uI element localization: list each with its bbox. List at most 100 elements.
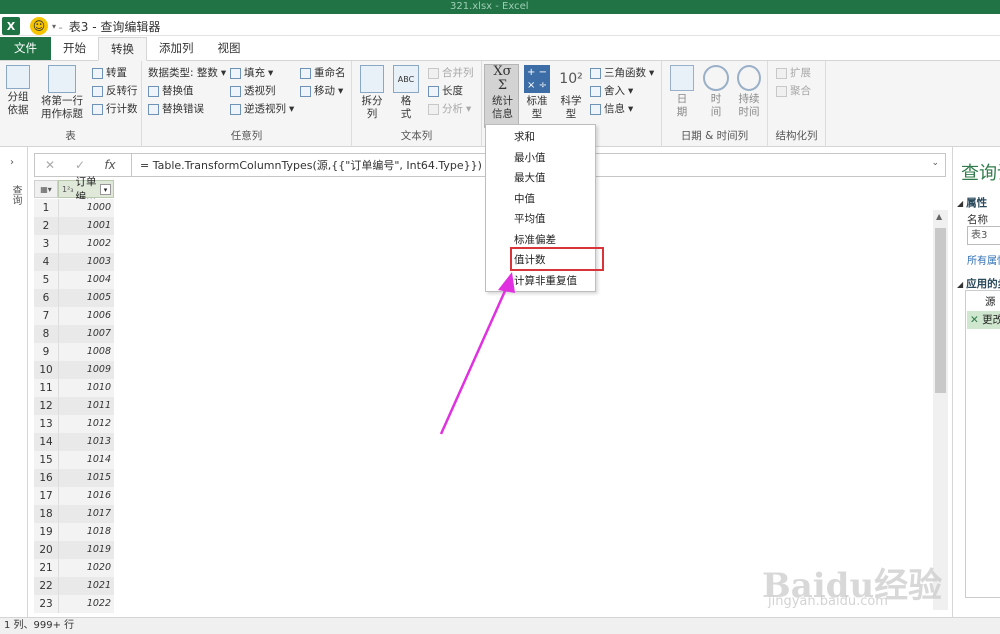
scroll-up-icon[interactable]: ▲ [936,212,942,221]
order-id-cell[interactable]: 1015 [58,469,114,487]
count-rows-button[interactable]: 行计数 [92,101,138,118]
table-row[interactable]: 3 1002 [34,235,114,253]
qat-dropdown-icon[interactable]: ▾ ₌ [52,22,63,31]
rounding-button[interactable]: 舍入 ▾ [590,83,633,100]
properties-section-header[interactable]: ◢ 属性 [957,195,987,210]
standard-button[interactable]: + − × ÷ 标准 型 [522,65,552,121]
duration-button[interactable]: 持续 时间 [734,65,764,119]
time-button[interactable]: 时 间 [702,65,730,119]
order-id-cell[interactable]: 1021 [58,577,114,595]
aggregate-button[interactable]: 聚合 [776,83,811,100]
column-header-order-id[interactable]: 1²₃ 订单编... ▾ [58,176,114,203]
tab-transform[interactable]: 转换 [98,37,147,61]
query-name-input[interactable]: 表3 [967,226,1000,245]
order-id-cell[interactable]: 1001 [58,217,114,235]
expand-chevron-icon[interactable]: › [10,157,14,168]
rename-button[interactable]: 重命名 [300,65,346,82]
order-id-cell[interactable]: 1006 [58,307,114,325]
order-id-cell[interactable]: 1013 [58,433,114,451]
table-row[interactable]: 18 1017 [34,505,114,523]
table-row[interactable]: 2 1001 [34,217,114,235]
order-id-cell[interactable]: 1019 [58,541,114,559]
order-id-cell[interactable]: 1004 [58,271,114,289]
table-row[interactable]: 1 1000 [34,199,114,217]
menu-item-sum[interactable]: 求和 [487,127,595,148]
order-id-cell[interactable]: 1011 [58,397,114,415]
table-row[interactable]: 5 1004 [34,271,114,289]
table-row[interactable]: 7 1006 [34,307,114,325]
reverse-rows-button[interactable]: 反转行 [92,83,138,100]
table-row[interactable]: 13 1012 [34,415,114,433]
order-id-cell[interactable]: 1020 [58,559,114,577]
analyze-button[interactable]: 分析 ▾ [428,101,471,118]
order-id-cell[interactable]: 1007 [58,325,114,343]
vertical-scrollbar[interactable]: ▲ [933,210,948,610]
use-first-row-button[interactable]: 将第一行 用作标题 [36,65,88,121]
order-id-cell[interactable]: 1014 [58,451,114,469]
order-id-cell[interactable]: 1005 [58,289,114,307]
replace-errors-button[interactable]: 替换错误 [148,101,204,118]
delete-step-icon[interactable]: ✕ [970,314,982,326]
split-column-button[interactable]: 拆分 列 [358,65,386,121]
table-row[interactable]: 14 1013 [34,433,114,451]
queries-pane-collapsed[interactable]: › 查询 [0,147,28,617]
table-row[interactable]: 20 1019 [34,541,114,559]
order-id-cell[interactable]: 1012 [58,415,114,433]
feedback-smiley-icon[interactable]: ☺ [30,17,48,35]
order-id-cell[interactable]: 1008 [58,343,114,361]
statistics-button[interactable]: Χσ Σ 统计 信息 [486,65,519,121]
table-menu-icon[interactable]: ▦▾ [34,180,58,198]
length-button[interactable]: 长度 [428,83,463,100]
formula-expand-chevron-icon[interactable]: ⌄ [931,158,939,168]
applied-steps-section-header[interactable]: ◢应用的步骤 [957,276,1000,291]
tab-file[interactable]: 文件 [0,37,51,60]
group-by-button[interactable]: 分组 依据 [4,65,32,117]
tab-home[interactable]: 开始 [51,37,98,60]
cancel-formula-icon[interactable]: ✕ [35,158,65,172]
table-row[interactable]: 15 1014 [34,451,114,469]
menu-item-maximum[interactable]: 最大值 [487,168,595,189]
data-type-dropdown[interactable]: 数据类型: 整数 ▾ [148,65,226,82]
table-row[interactable]: 22 1021 [34,577,114,595]
table-row[interactable]: 19 1018 [34,523,114,541]
unpivot-button[interactable]: 逆透视列 ▾ [230,101,294,118]
fill-button[interactable]: 填充 ▾ [230,65,273,82]
transpose-button[interactable]: 转置 [92,65,127,82]
menu-item-average[interactable]: 平均值 [487,209,595,230]
table-row[interactable]: 8 1007 [34,325,114,343]
information-button[interactable]: 信息 ▾ [590,101,633,118]
order-id-cell[interactable]: 1017 [58,505,114,523]
confirm-formula-icon[interactable]: ✓ [65,158,95,172]
order-id-cell[interactable]: 1016 [58,487,114,505]
order-id-cell[interactable]: 1010 [58,379,114,397]
table-row[interactable]: 16 1015 [34,469,114,487]
date-button[interactable]: 日 期 [668,65,696,119]
scientific-button[interactable]: 10² 科学 型 [556,65,586,121]
replace-values-button[interactable]: 替换值 [148,83,194,100]
order-id-cell[interactable]: 1003 [58,253,114,271]
formula-input[interactable]: = Table.TransformColumnTypes(源,{{"订单编号",… [140,157,482,173]
order-id-cell[interactable]: 1000 [58,199,114,217]
applied-step-item[interactable]: 源 [967,293,1000,311]
column-filter-dropdown-icon[interactable]: ▾ [100,184,111,195]
menu-item-minimum[interactable]: 最小值 [487,148,595,169]
tab-view[interactable]: 视图 [206,37,253,60]
table-row[interactable]: 10 1009 [34,361,114,379]
table-row[interactable]: 12 1011 [34,397,114,415]
order-id-cell[interactable]: 1009 [58,361,114,379]
table-row[interactable]: 11 1010 [34,379,114,397]
expand-button[interactable]: 扩展 [776,65,811,82]
table-row[interactable]: 23 1022 [34,595,114,613]
all-properties-link[interactable]: 所有属性 [967,252,1000,267]
order-id-cell[interactable]: 1002 [58,235,114,253]
table-row[interactable]: 6 1005 [34,289,114,307]
order-id-cell[interactable]: 1018 [58,523,114,541]
menu-item-count-distinct[interactable]: 计算非重复值 [487,271,595,292]
table-row[interactable]: 21 1020 [34,559,114,577]
format-button[interactable]: ABC 格 式 [392,65,420,121]
merge-columns-button[interactable]: 合并列 [428,65,474,82]
pivot-button[interactable]: 透视列 [230,83,276,100]
tab-add-column[interactable]: 添加列 [147,37,206,60]
table-row[interactable]: 4 1003 [34,253,114,271]
table-row[interactable]: 17 1016 [34,487,114,505]
